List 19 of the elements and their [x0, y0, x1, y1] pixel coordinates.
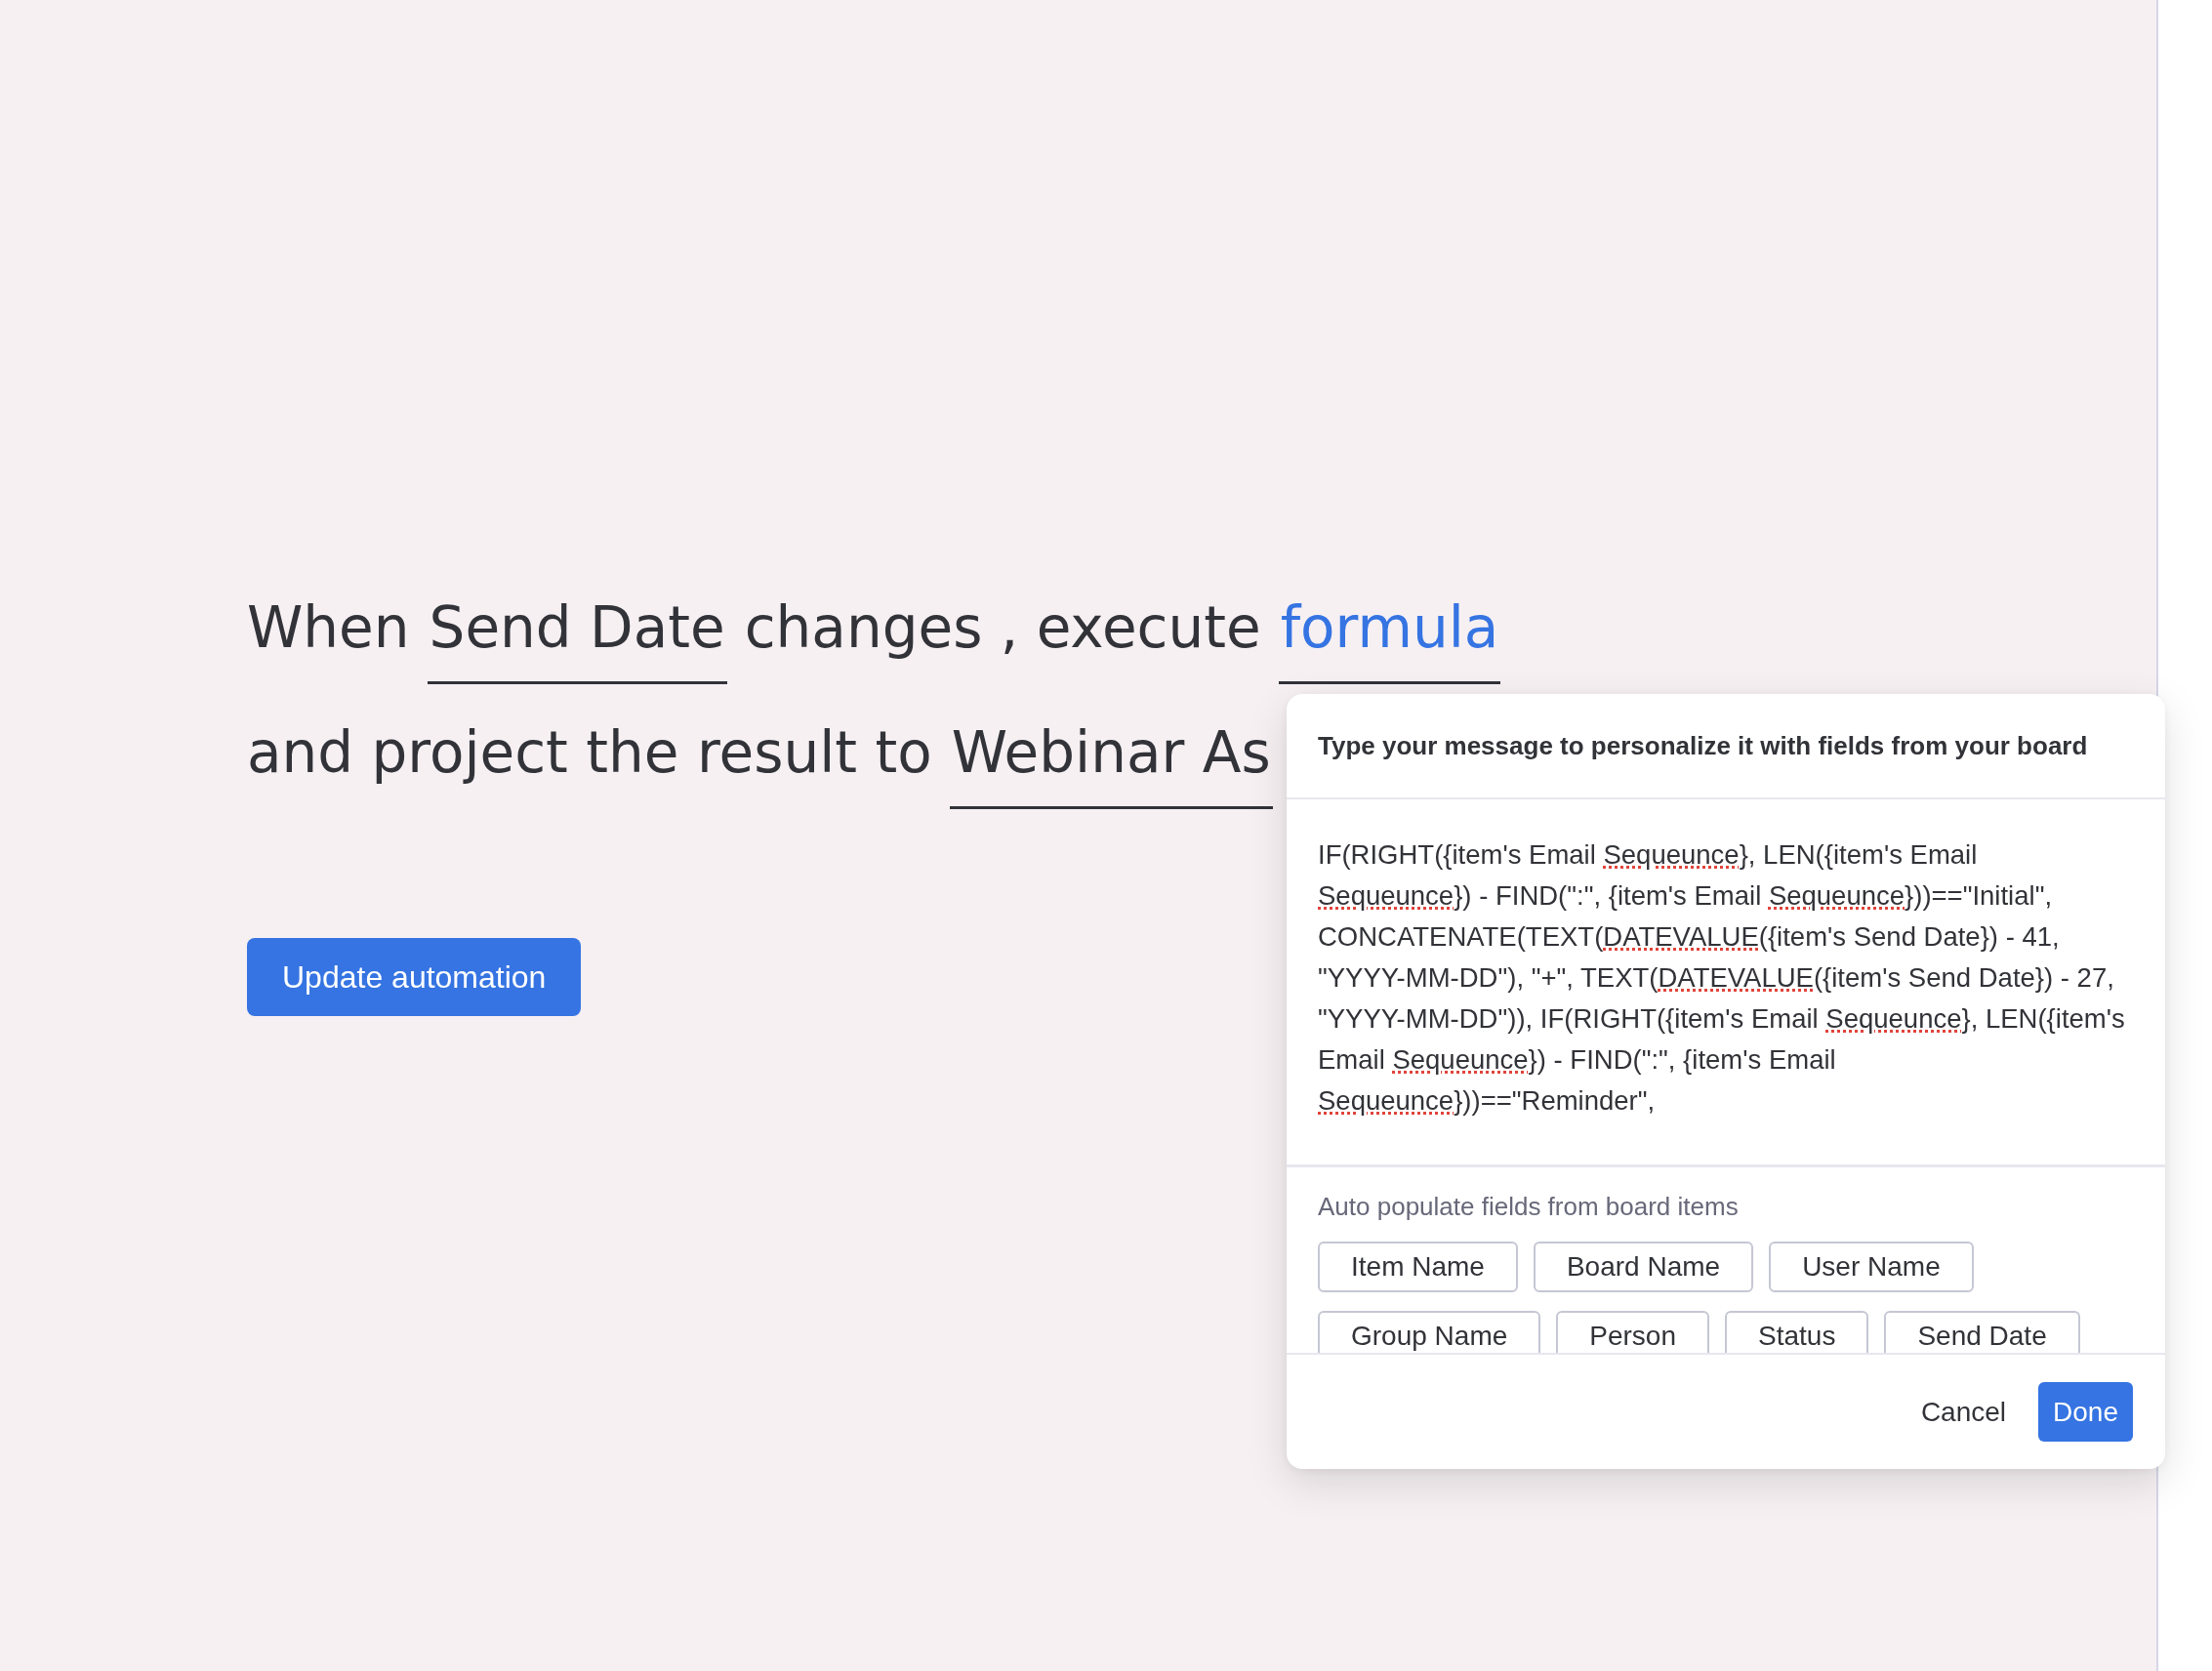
sentence-text: When — [247, 593, 410, 663]
column-dropdown[interactable]: Webinar As — [949, 717, 1273, 809]
done-button[interactable]: Done — [2038, 1382, 2133, 1442]
popup-title: Type your message to personalize it with fields from your board — [1287, 694, 2165, 799]
field-chip[interactable]: Send Date — [1884, 1311, 2080, 1353]
cancel-button[interactable]: Cancel — [1912, 1382, 2015, 1442]
sentence-text: and project the result to — [247, 718, 932, 788]
column-dropdown[interactable]: Send Date — [427, 592, 727, 684]
update-automation-button[interactable]: Update automation — [247, 938, 582, 1016]
field-chip[interactable]: Group Name — [1318, 1311, 1541, 1353]
formula-link[interactable]: formula — [1278, 592, 1501, 684]
message-field[interactable]: IF(RIGHT({item's Email Sequeunce}, LEN({item's Email Sequeunce}) - FIND(":", {item's Email Sequeunce}))=="Initial", CONCATENATE(TEXT(DATEVALUE({item's Send Date}) - 41, "YYYY-MM-DD"), "+", TEXT(DATEVALUE({item's Send Date}) - 27, "YYYY-MM-DD")), IF(RIGHT({item's Email Sequeunce}, LEN({item's Email Sequeunce}) - FIND(":", {item's Email Sequeunce}))=="Reminder", — [1287, 799, 2165, 1167]
sentence-text: changes , execute — [744, 593, 1261, 663]
field-chip[interactable]: Item Name — [1318, 1242, 1518, 1292]
auto-populate-label: Auto populate fields from board items — [1318, 1191, 1740, 1222]
field-chip[interactable]: User Name — [1769, 1242, 1974, 1292]
field-chip[interactable]: Board Name — [1533, 1242, 1754, 1292]
field-chip[interactable]: Person — [1556, 1311, 1709, 1353]
field-chip[interactable]: Status — [1725, 1311, 1869, 1353]
